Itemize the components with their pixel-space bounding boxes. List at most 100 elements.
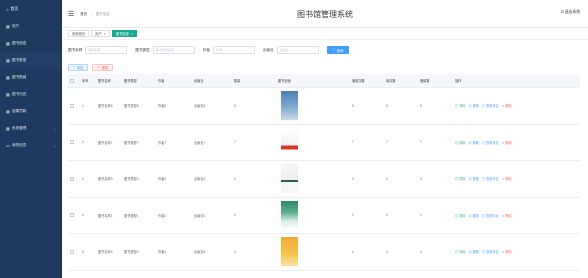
column-header: 库存数 (386, 79, 396, 83)
breadcrumb-current: 图书信息 (95, 12, 110, 16)
sidebar-item-book-type[interactable]: ▦ 图书类型 (0, 52, 62, 69)
edit-icon: ▣ (468, 140, 472, 145)
edit-icon: ▣ (468, 250, 472, 255)
close-icon[interactable]: × (104, 32, 106, 36)
table-row: 5 图书名称4 图书类型4 作者4 出版社4 4 4 4 4 ◎ 详情 ▣ 更新… (68, 234, 580, 271)
book-name-field-group: 图书名称 图书名称 (68, 46, 128, 54)
update-label: 更新 (472, 177, 479, 182)
view-comments-button[interactable]: ◎ 查看评论 (482, 176, 499, 181)
detail-button[interactable]: ◎ 详情 (455, 140, 465, 145)
sidebar-item-return[interactable]: ▦ 图书归还 (0, 86, 62, 103)
sidebar-item-fine[interactable]: ▦ 逾期罚款 (0, 103, 62, 120)
view-comments-button[interactable]: ◎ 查看评论 (482, 213, 499, 218)
cell-stock: 4 (386, 249, 388, 254)
sidebar-item-users[interactable]: ▦ 用户 (0, 18, 62, 35)
row-checkbox[interactable] (70, 140, 74, 145)
book-type-select[interactable]: 图书类型名称 (152, 46, 195, 54)
row-checkbox[interactable] (70, 103, 74, 108)
sidebar-item-system[interactable]: ▦ 系统管理 ⌄ (0, 120, 62, 137)
search-button[interactable]: ⌕ 查询 (326, 46, 350, 54)
info-icon: ◎ (455, 250, 459, 255)
row-checkbox[interactable] (70, 213, 74, 218)
tag-label: 系统首页 (72, 32, 86, 36)
comments-label: 查看评论 (485, 250, 499, 255)
cell-count: 5 (234, 103, 236, 108)
update-button[interactable]: ▣ 更新 (468, 176, 478, 181)
search-button-label: 查询 (336, 48, 344, 53)
add-button[interactable]: + 增加 (68, 63, 89, 71)
delete-label: 删除 (505, 104, 512, 109)
cell-stock: 7 (386, 140, 388, 145)
delete-button-label: 删除 (101, 65, 109, 70)
row-checkbox[interactable] (70, 176, 74, 181)
power-icon: ⏻ (560, 10, 564, 14)
update-button[interactable]: ▣ 更新 (468, 140, 478, 145)
comment-icon: ◎ (481, 213, 486, 218)
cell-cover (276, 127, 350, 157)
sidebar-item-profile[interactable]: ▭ 我的信息 ⌄ (0, 137, 62, 154)
info-icon: ◎ (455, 104, 459, 109)
close-icon: ✕ (501, 250, 505, 255)
edit-icon: ▣ (468, 104, 472, 109)
profile-icon: ▭ (6, 143, 10, 148)
comment-icon: ◎ (481, 140, 486, 145)
tag-book-info[interactable]: 图书信息 × (111, 30, 137, 37)
tags-bar: 系统首页 用户 × 图书信息 × (62, 28, 588, 40)
publisher-input[interactable]: 出版社 (276, 46, 319, 54)
column-header: 图书封面 (278, 79, 291, 83)
close-icon[interactable]: × (131, 32, 133, 36)
table-row: 4 图书名称1 图书类型1 作者1 出版社1 1 1 1 1 ◎ 详情 ▣ 更新… (68, 198, 580, 234)
table-row: 3 图书名称3 图书类型3 作者3 出版社3 3 3 3 3 ◎ 详情 ▣ 更新… (68, 161, 580, 198)
row-checkbox[interactable] (70, 249, 74, 254)
book-name-input[interactable]: 图书名称 (85, 46, 128, 54)
detail-button[interactable]: ◎ 详情 (455, 249, 465, 254)
cell-cover (276, 200, 350, 230)
comment-icon: ◎ (481, 250, 486, 255)
cell-borrowed: 5 (420, 103, 422, 108)
menu-toggle-icon[interactable]: ☰ (68, 10, 74, 18)
sidebar-item-label: 图书信息 (12, 41, 27, 45)
cell-operations: ◎ 详情 ▣ 更新 ◎ 查看评论 ✕ 删除 (453, 140, 580, 145)
update-button[interactable]: ▣ 更新 (468, 103, 478, 108)
column-header: 出版社 (194, 79, 204, 83)
cell-operations: ◎ 详情 ▣ 更新 ◎ 查看评论 ✕ 删除 (453, 176, 580, 181)
sidebar-item-label: 图书归还 (12, 92, 27, 96)
sidebar-item-borrow[interactable]: ▦ 图书借阅 (0, 69, 62, 86)
logout-button[interactable]: ⏻ 退出系统 (561, 10, 580, 15)
book-cover-image (281, 200, 298, 230)
sidebar-item-home[interactable]: ⌂ 首页 (0, 0, 62, 18)
sidebar-item-book-info[interactable]: ▦ 图书信息 (0, 35, 62, 52)
cell-operations: ◎ 详情 ▣ 更新 ◎ 查看评论 ✕ 删除 (453, 213, 580, 218)
column-header: 数量 (234, 79, 241, 83)
publisher-field-group: 出版社 出版社 (263, 46, 319, 54)
breadcrumb-home[interactable]: 首页 (80, 12, 87, 16)
batch-delete-button[interactable]: ✕ 删除 (92, 63, 114, 71)
cell-no: 2 (82, 140, 84, 145)
delete-button[interactable]: ✕ 删除 (502, 213, 512, 218)
cell-count: 7 (234, 140, 236, 145)
cell-publisher: 出版社5 (194, 104, 206, 109)
tag-users[interactable]: 用户 × (91, 30, 110, 37)
cell-publisher: 出版社3 (194, 177, 206, 182)
tag-dashboard[interactable]: 系统首页 (68, 30, 90, 37)
view-comments-button[interactable]: ◎ 查看评论 (482, 140, 499, 145)
cell-count: 1 (234, 213, 236, 218)
delete-button[interactable]: ✕ 删除 (502, 140, 512, 145)
view-comments-button[interactable]: ◎ 查看评论 (482, 103, 499, 108)
view-comments-button[interactable]: ◎ 查看评论 (482, 249, 499, 254)
delete-button[interactable]: ✕ 删除 (502, 249, 512, 254)
delete-button[interactable]: ✕ 删除 (502, 176, 512, 181)
column-header: 作者 (158, 79, 165, 83)
delete-button[interactable]: ✕ 删除 (502, 103, 512, 108)
cell-type: 图书类型7 (124, 140, 139, 145)
detail-button[interactable]: ◎ 详情 (455, 213, 465, 218)
select-all-cell (68, 78, 80, 83)
author-input[interactable]: 作者 (212, 46, 255, 54)
cell-name: 图书名称7 (98, 140, 113, 145)
select-all-checkbox[interactable] (70, 78, 74, 83)
detail-button[interactable]: ◎ 详情 (455, 103, 465, 108)
info-icon: ◎ (455, 177, 459, 182)
update-button[interactable]: ▣ 更新 (468, 249, 478, 254)
update-button[interactable]: ▣ 更新 (468, 213, 478, 218)
detail-button[interactable]: ◎ 详情 (455, 176, 465, 181)
